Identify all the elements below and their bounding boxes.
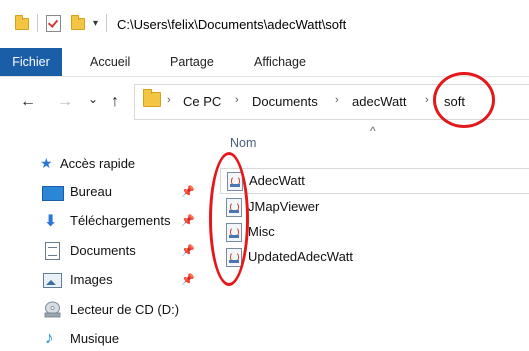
window-title: C:\Users\felix\Documents\adecWatt\soft [117,17,347,32]
customize-quick-access-dropdown[interactable]: ▾ [93,18,98,29]
nav-item-bureau[interactable]: Bureau 📌 [36,180,196,204]
new-folder-icon[interactable] [71,15,85,30]
pin-icon[interactable]: 📌 [181,214,195,227]
nav-item-label: Accès rapide [60,156,136,171]
file-name: JMapViewer [248,199,320,214]
separator [106,14,107,32]
pin-icon[interactable]: 📌 [181,185,195,198]
nav-item-images[interactable]: Images 📌 [36,268,196,292]
pin-icon[interactable]: 📌 [181,273,195,286]
file-row-updatedadecwatt[interactable]: UpdatedAdecWatt [220,245,529,269]
back-button[interactable]: ← [20,93,36,111]
folder-icon [15,15,29,30]
annotation-circle-icons [209,152,249,286]
nav-item-cd-drive[interactable]: Lecteur de CD (D:) [36,298,196,322]
breadcrumb-separator[interactable]: › [335,94,339,106]
images-icon [43,273,62,288]
nav-item-label: Bureau [70,184,112,199]
breadcrumb-this-pc[interactable]: Ce PC [183,94,221,109]
sort-ascending-indicator: ^ [370,124,376,138]
nav-item-telechargements[interactable]: ⬇ Téléchargements 📌 [36,209,196,233]
nav-item-musique[interactable]: ♪ Musique [36,327,196,351]
recent-locations-dropdown[interactable]: ⌄ [88,92,98,106]
star-icon: ★ [40,155,53,171]
documents-icon [45,242,60,260]
column-header-name[interactable]: Nom [230,136,256,150]
annotation-circle-soft [433,72,495,128]
folder-icon [143,89,161,107]
file-name: UpdatedAdecWatt [248,249,354,264]
tab-share[interactable]: Partage [170,48,214,76]
nav-item-label: Documents [70,243,136,258]
file-name: AdecWatt [249,173,305,188]
title-bar: ▾ C:\Users\felix\Documents\adecWatt\soft [0,0,529,44]
breadcrumb-adecwatt[interactable]: adecWatt [352,94,406,109]
breadcrumb-separator[interactable]: › [235,94,239,106]
nav-quick-access[interactable]: ★ Accès rapide [36,152,196,176]
desktop-icon [42,186,64,201]
nav-item-documents[interactable]: Documents 📌 [36,239,196,263]
pin-icon[interactable]: 📌 [181,244,195,257]
breadcrumb-separator[interactable]: › [425,94,429,106]
nav-item-label: Musique [70,331,120,346]
file-row-jmapviewer[interactable]: JMapViewer [220,195,529,219]
ribbon-tabs: Fichier Accueil Partage Affichage [0,48,529,77]
cd-drive-icon [44,301,61,318]
file-name: Misc [248,224,275,239]
separator [37,14,38,32]
file-row-adecwatt[interactable]: AdecWatt [220,168,529,194]
download-icon: ⬇ [44,213,58,230]
properties-check-icon[interactable] [46,15,61,32]
up-button[interactable]: ↑ [111,93,119,111]
forward-button[interactable]: → [57,93,73,111]
tab-view[interactable]: Affichage [254,48,306,76]
music-icon: ♪ [45,328,54,347]
tab-file[interactable]: Fichier [0,48,62,76]
tab-home[interactable]: Accueil [90,48,130,76]
nav-item-label: Téléchargements [70,213,171,228]
breadcrumb-documents[interactable]: Documents [252,94,318,109]
nav-item-label: Images [70,272,113,287]
file-row-misc[interactable]: Misc [220,220,529,244]
breadcrumb-separator[interactable]: › [167,94,171,106]
nav-item-label: Lecteur de CD (D:) [70,302,180,317]
